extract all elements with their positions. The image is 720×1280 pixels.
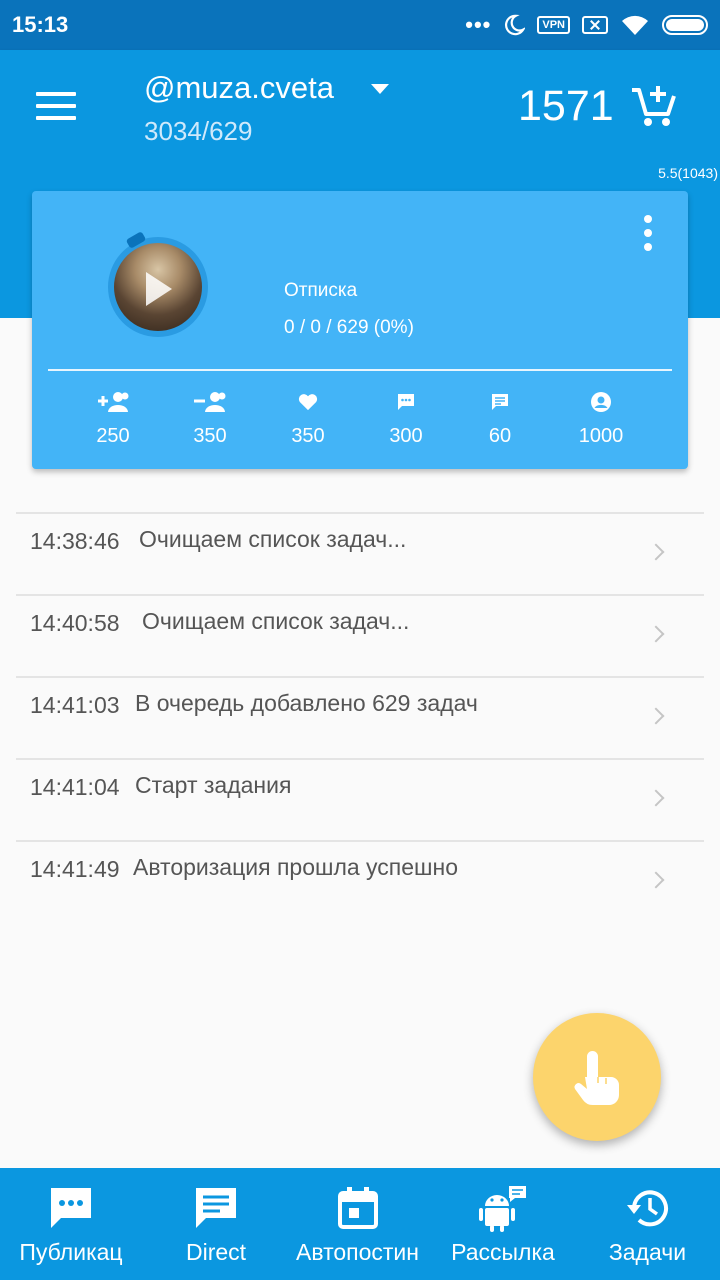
stat-value: 1000	[578, 425, 624, 447]
heart-icon	[298, 394, 318, 411]
stat-profile: 1000	[556, 389, 646, 448]
nav-item-publications[interactable]: Публикац	[0, 1168, 142, 1280]
start-task-fab[interactable]	[533, 1013, 661, 1141]
log-time: 14:41:03	[30, 692, 120, 718]
nav-item-tasks[interactable]: Задачи	[590, 1168, 705, 1280]
log-item[interactable]: 14:41:49 Авторизация прошла успешно	[16, 840, 704, 922]
log-time: 14:41:04	[30, 774, 120, 800]
sim-off-icon	[582, 16, 608, 34]
chevron-right-icon	[647, 543, 665, 561]
stat-unfollow: 350	[165, 389, 255, 448]
android-icon	[479, 1186, 526, 1232]
profile-icon	[591, 392, 611, 412]
log-item[interactable]: 14:40:58 Очищаем список задач...	[16, 594, 704, 676]
status-bar: 15:13 ••• VPN	[0, 0, 720, 50]
account-stats: 3034/629	[144, 116, 253, 146]
nav-label: Рассылка	[451, 1239, 555, 1265]
remove-user-icon	[194, 392, 226, 412]
nav-item-direct[interactable]: Direct	[142, 1168, 290, 1280]
notification-dots-icon: •••	[465, 12, 492, 37]
log-item[interactable]: 14:41:03 В очередь добавлено 629 задач	[16, 676, 704, 758]
battery-icon	[662, 15, 708, 35]
vpn-icon: VPN	[537, 16, 570, 34]
nav-item-mailing[interactable]: Рассылка	[440, 1168, 566, 1280]
nav-label: Задачи	[608, 1239, 687, 1265]
log-message: Очищаем список задач...	[142, 608, 410, 634]
stat-messages: 60	[455, 389, 545, 448]
menu-icon[interactable]	[36, 92, 76, 120]
message-icon	[196, 1188, 236, 1228]
chevron-right-icon	[647, 789, 665, 807]
chevron-right-icon	[647, 707, 665, 725]
add-to-cart-icon[interactable]	[630, 84, 678, 128]
account-dropdown-icon[interactable]	[371, 84, 389, 94]
chevron-right-icon	[647, 871, 665, 889]
account-name[interactable]: @muza.cveta	[144, 70, 334, 106]
stat-likes: 350	[263, 389, 353, 448]
balance: 1571	[518, 82, 614, 130]
log-message: Авторизация прошла успешно	[133, 854, 458, 880]
calendar-icon	[337, 1187, 378, 1229]
log-item[interactable]: 14:38:46 Очищаем список задач...	[16, 512, 704, 594]
log-message: Старт задания	[135, 772, 292, 798]
stat-value: 350	[291, 425, 325, 447]
stat-comments: 300	[361, 389, 451, 448]
version-label: 5.5(1043)	[658, 165, 718, 181]
add-user-icon	[98, 392, 129, 412]
wifi-icon	[622, 15, 648, 35]
stat-value: 300	[389, 425, 423, 447]
stat-value: 350	[193, 425, 227, 447]
comment-icon	[398, 394, 414, 410]
log-list: 14:38:46 Очищаем список задач... 14:40:5…	[16, 512, 704, 922]
message-icon	[492, 394, 508, 410]
app-bar: @muza.cveta 3034/629 1571	[0, 50, 720, 162]
log-time: 14:41:49	[30, 856, 120, 882]
log-message: В очередь добавлено 629 задач	[135, 690, 478, 716]
stat-value: 60	[488, 425, 512, 447]
log-item[interactable]: 14:41:04 Старт задания	[16, 758, 704, 840]
task-title: Отписка	[284, 280, 358, 301]
log-time: 14:38:46	[30, 528, 120, 554]
status-time: 15:13	[12, 12, 69, 37]
bottom-navigation: Публикац Direct Автопостин Рассылка Зада…	[0, 1168, 720, 1280]
tap-hand-icon	[574, 1051, 619, 1106]
chat-bubble-icon	[51, 1188, 91, 1228]
task-progress: 0 / 0 / 629 (0%)	[284, 317, 414, 338]
log-message: Очищаем список задач...	[139, 526, 407, 552]
moon-icon	[505, 14, 526, 36]
card-divider	[48, 369, 672, 371]
task-card: Отписка 0 / 0 / 629 (0%) 250 350 350 300…	[32, 191, 688, 469]
history-icon	[626, 1190, 668, 1227]
nav-item-autoposting[interactable]: Автопостин	[285, 1168, 430, 1280]
nav-label: Direct	[185, 1239, 247, 1265]
more-options-icon[interactable]	[642, 215, 654, 251]
log-time: 14:40:58	[30, 610, 120, 636]
nav-label: Автопостин	[296, 1239, 419, 1265]
play-icon[interactable]	[146, 272, 172, 306]
nav-label: Публикац	[19, 1239, 123, 1265]
stat-value: 250	[96, 425, 130, 447]
chevron-right-icon	[647, 625, 665, 643]
status-icons: ••• VPN	[465, 10, 708, 40]
stat-follow: 250	[68, 389, 158, 448]
